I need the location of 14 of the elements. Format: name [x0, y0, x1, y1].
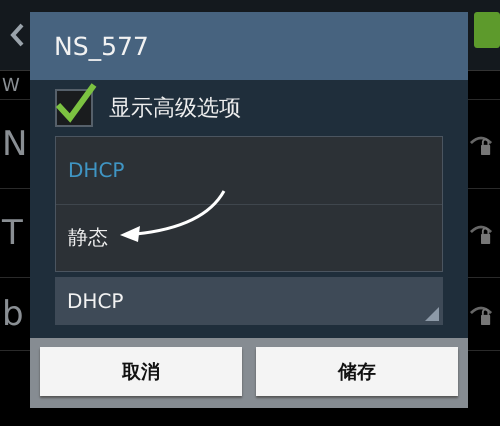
network-name: T: [2, 213, 23, 253]
save-button[interactable]: 储存: [256, 347, 458, 396]
checkbox[interactable]: [55, 81, 97, 127]
cancel-button[interactable]: 取消: [40, 347, 242, 396]
checkbox-label: 显示高级选项: [109, 95, 241, 123]
dialog-title: NS_577: [54, 32, 149, 60]
network-name: W: [2, 74, 20, 96]
ip-setting-dropdown[interactable]: DHCP: [55, 277, 443, 325]
resize-corner-icon: [425, 307, 439, 321]
network-name: b: [2, 294, 24, 334]
wifi-switch[interactable]: [474, 12, 500, 48]
network-name: N: [2, 124, 28, 164]
dropdown-option[interactable]: DHCP: [56, 137, 442, 204]
back-icon[interactable]: [10, 23, 24, 47]
